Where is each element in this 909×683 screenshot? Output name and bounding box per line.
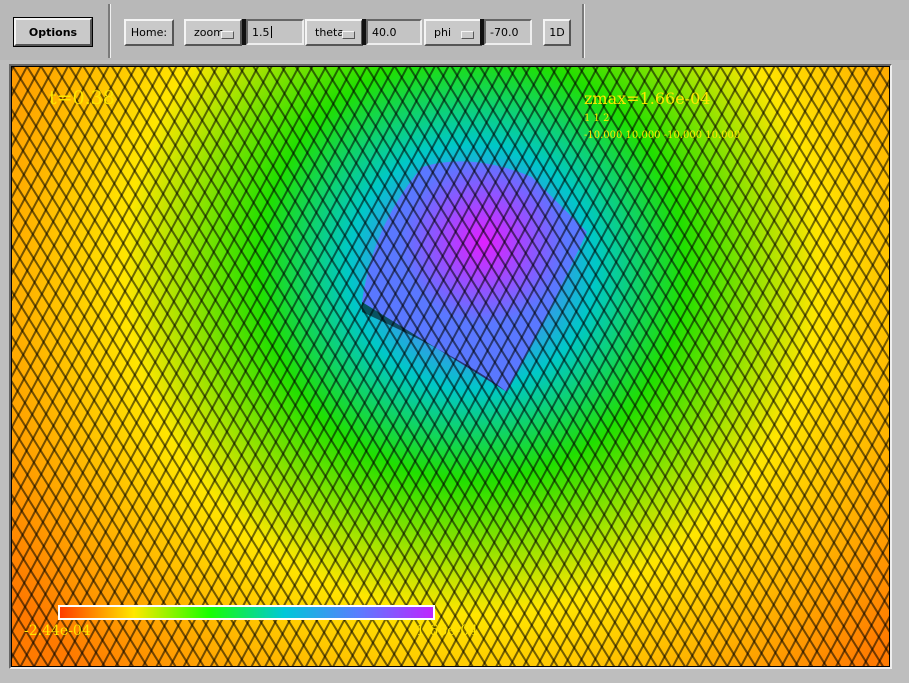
colorbar-max-label: 1.66e-04: [416, 623, 479, 639]
theta-label: theta: [315, 26, 345, 39]
phi-label: phi: [434, 26, 452, 39]
options-button[interactable]: Options: [13, 17, 93, 47]
zoom-value: 1.5: [252, 25, 270, 39]
plot-canvas[interactable]: t=0.38 zmax=1.66e-04 1 1 2 -10.000 10.00…: [12, 67, 889, 666]
time-label: t=0.38: [49, 87, 115, 109]
home-button[interactable]: Home:: [124, 19, 174, 46]
toolbar-divider-right: [582, 4, 585, 58]
surface-plot: [12, 67, 889, 666]
zoom-menu-button[interactable]: zoom: [184, 19, 242, 46]
range-label: zmax=1.66e-04: [584, 89, 711, 108]
phi-menu-button[interactable]: phi: [424, 19, 482, 46]
zoom-label: zoom: [194, 26, 224, 39]
theta-menu-button[interactable]: theta: [305, 19, 363, 46]
text-caret: [270, 26, 272, 38]
1d-button[interactable]: 1D: [543, 19, 571, 46]
theta-input[interactable]: 40.0: [366, 19, 422, 45]
toolbar: Options Home: zoom 1.5 theta 40.0 phi -7…: [0, 0, 909, 60]
theta-dropdown-icon: [342, 31, 355, 39]
toolbar-divider: [108, 4, 111, 58]
phi-value: -70.0: [490, 25, 519, 39]
phi-dropdown-icon: [461, 31, 474, 39]
mesh-lines-b: [12, 67, 889, 666]
colorbar-min-label: -2.44e-04: [24, 623, 91, 639]
colorbar: [58, 605, 435, 620]
phi-input[interactable]: -70.0: [484, 19, 532, 45]
bounds-label: -10.000 10.000 -10.000 10.000: [584, 130, 741, 141]
sub-label: 1 1 2: [584, 113, 610, 124]
zoom-dropdown-icon: [221, 31, 234, 39]
theta-value: 40.0: [372, 25, 397, 39]
zoom-input[interactable]: 1.5: [246, 19, 304, 45]
